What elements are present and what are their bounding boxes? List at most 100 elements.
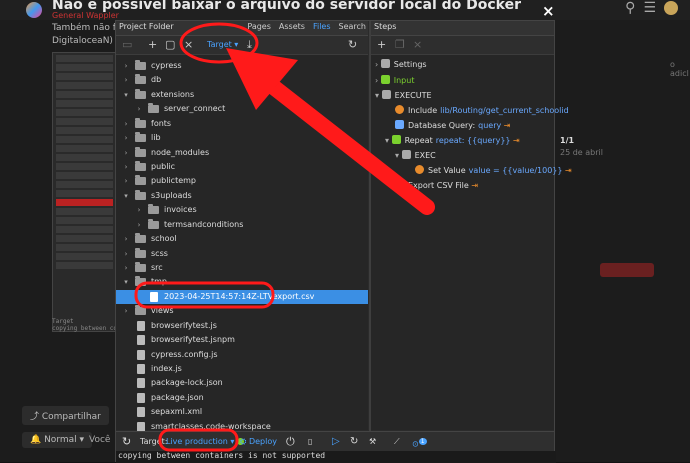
copy-step-icon[interactable]: ❐ (395, 38, 405, 52)
search-icon[interactable]: ⚲ (625, 0, 643, 16)
deploy-button[interactable]: ⛭ Deploy (240, 435, 277, 449)
chevron-down-icon[interactable]: ▾ (122, 189, 130, 203)
live-production-dropdown[interactable]: Live production ▾ (166, 435, 245, 449)
chevron-right-icon[interactable]: › (122, 59, 130, 73)
chevron-right-icon[interactable]: › (375, 60, 381, 69)
refresh-icon[interactable]: ↻ (122, 435, 131, 449)
forum-timeline-page: 1/1 (560, 136, 575, 145)
redo-icon[interactable]: ↻ (350, 435, 358, 449)
chevron-right-icon[interactable]: › (122, 160, 130, 174)
tree-item-label: node_modules (151, 147, 210, 157)
file-row[interactable]: browserifytest.js (116, 319, 368, 333)
chevron-right-icon[interactable]: › (135, 203, 143, 217)
folder-row[interactable]: › public (116, 160, 368, 174)
menu-icon[interactable]: ☰ (643, 0, 664, 16)
file-row[interactable]: browserifytest.jsnpm (116, 333, 368, 347)
folder-row[interactable]: › node_modules (116, 146, 368, 160)
run-icon[interactable]: ▷ (332, 435, 340, 449)
chevron-right-icon[interactable]: › (135, 218, 143, 232)
folder-row[interactable]: › views (116, 304, 368, 318)
forum-post-image-thumbnail[interactable] (52, 52, 117, 332)
forum-logo[interactable] (26, 2, 42, 18)
folder-open-icon[interactable]: ▭ (122, 38, 132, 52)
chevron-right-icon[interactable]: › (122, 131, 130, 145)
step-item[interactable]: ▾ EXEC (395, 149, 436, 163)
folder-row[interactable]: › scss (116, 247, 368, 261)
target-label: Target: (140, 437, 168, 446)
chevron-right-icon[interactable]: › (122, 174, 130, 188)
folder-icon (135, 161, 146, 171)
folder-row[interactable]: ▾ extensions (116, 88, 368, 102)
tree-item-label: cypress (151, 61, 182, 70)
project-folder-tabs: Pages Assets Files Search (239, 22, 366, 31)
check-badge-icon[interactable]: ⊙ 1 (412, 435, 427, 452)
folder-row[interactable]: › invoices (116, 203, 368, 217)
step-label: EXEC (414, 151, 436, 160)
delete-step-icon[interactable]: × (413, 38, 422, 52)
file-row[interactable]: cypress.config.js (116, 348, 368, 362)
tools-icon[interactable]: ⚒ (369, 435, 376, 449)
chevron-down-icon[interactable]: ▾ (385, 136, 392, 145)
brush-icon[interactable]: ⟋ (394, 435, 400, 449)
tab-search[interactable]: Search (339, 22, 366, 31)
chevron-down-icon[interactable]: ▾ (122, 88, 130, 102)
step-item[interactable]: Set Value value = {{value/100}} ⇥ (405, 164, 572, 178)
chevron-right-icon[interactable]: › (375, 76, 381, 85)
folder-row[interactable]: › publictemp (116, 174, 368, 188)
step-label: Settings (393, 60, 427, 69)
folder-row[interactable]: › fonts (116, 117, 368, 131)
share-button[interactable]: ⤴ Compartilhar (22, 406, 109, 425)
step-value: repeat: {{query}} (435, 136, 511, 145)
forum-category[interactable]: General Wappler (52, 11, 119, 20)
folder-row[interactable]: › src (116, 261, 368, 275)
new-folder-icon[interactable]: ▢ (165, 38, 175, 52)
file-row[interactable]: 2023-04-25T14:57:14Z-LTVexport.csv (116, 289, 368, 304)
file-row[interactable]: package.json (116, 391, 368, 405)
folder-row[interactable]: › lib (116, 131, 368, 145)
add-step-icon[interactable]: + (377, 38, 386, 52)
tab-pages[interactable]: Pages (247, 22, 271, 31)
step-item[interactable]: › Input (375, 74, 414, 88)
chevron-right-icon[interactable]: › (122, 232, 130, 246)
tab-assets[interactable]: Assets (279, 22, 305, 31)
power-icon[interactable]: ⏻ (286, 435, 295, 449)
step-item[interactable]: Database Query: query ⇥ (385, 119, 510, 133)
chevron-right-icon[interactable]: › (135, 102, 143, 116)
folder-row[interactable]: › db (116, 73, 368, 87)
target-dropdown[interactable]: Target ▾ (207, 40, 238, 49)
add-icon[interactable]: + (148, 38, 157, 52)
database-icon (395, 120, 404, 129)
close-lightbox-icon[interactable]: × (542, 2, 555, 20)
chevron-right-icon[interactable]: › (122, 73, 130, 87)
delete-icon[interactable]: × (184, 38, 193, 52)
chevron-right-icon[interactable]: › (122, 304, 130, 318)
tab-files[interactable]: Files (313, 22, 331, 31)
step-item[interactable]: Export CSV File ⇥ (385, 179, 478, 193)
avatar[interactable] (664, 1, 678, 15)
bookmark-icon[interactable]: ▯ (308, 435, 312, 449)
folder-row[interactable]: › server_connect (116, 102, 368, 116)
step-item[interactable]: Include lib/Routing/get_current_schoolid (385, 104, 569, 118)
folder-row[interactable]: ▾ s3uploads (116, 189, 368, 203)
step-item[interactable]: › Settings (375, 58, 427, 72)
chevron-right-icon[interactable]: › (122, 261, 130, 275)
folder-row[interactable]: › termsandconditions (116, 218, 368, 232)
notification-level-button[interactable]: 🔔 Normal ▾ (22, 432, 93, 448)
file-row[interactable]: index.js (116, 362, 368, 376)
folder-row[interactable]: ▾ tmp (116, 275, 368, 289)
chevron-down-icon[interactable]: ▾ (122, 275, 130, 289)
file-row[interactable]: sepaxml.xml (116, 405, 368, 419)
chevron-right-icon[interactable]: › (122, 146, 130, 160)
chevron-down-icon[interactable]: ▾ (375, 91, 382, 100)
file-row[interactable]: package-lock.json (116, 376, 368, 390)
folder-row[interactable]: › school (116, 232, 368, 246)
forum-reply-button[interactable] (600, 263, 654, 277)
step-item[interactable]: ▾ EXECUTE (375, 89, 432, 103)
step-item[interactable]: ▾ Repeat repeat: {{query}} ⇥ (385, 134, 520, 148)
download-icon[interactable]: ⤓ (247, 38, 252, 52)
chevron-right-icon[interactable]: › (122, 247, 130, 261)
folder-row[interactable]: › cypress (116, 59, 368, 73)
chevron-right-icon[interactable]: › (122, 117, 130, 131)
chevron-down-icon[interactable]: ▾ (395, 151, 402, 160)
refresh-icon[interactable]: ↻ (348, 38, 357, 52)
